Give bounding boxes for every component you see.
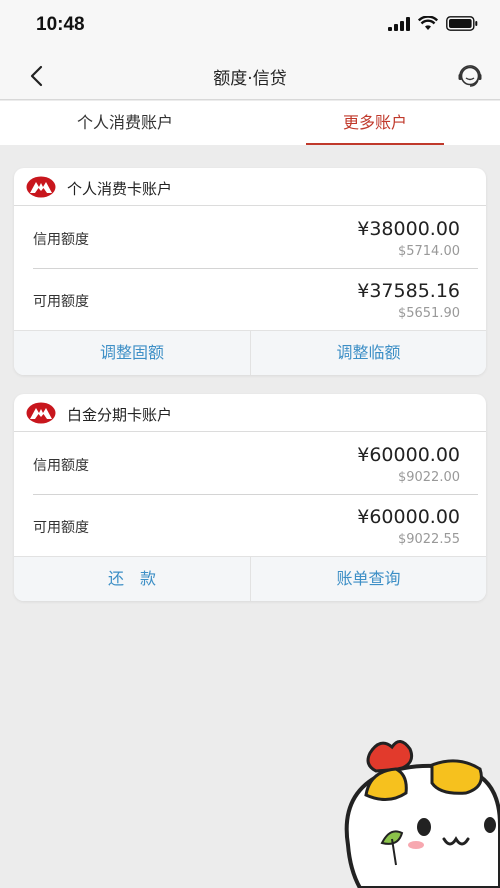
usd-amount: $5714.00 bbox=[397, 244, 460, 259]
tab-personal-consumer[interactable]: 个人消费账户 bbox=[0, 101, 250, 145]
status-icons bbox=[388, 16, 478, 31]
card-actions: 还 款 账单查询 bbox=[14, 556, 486, 601]
bank-logo-icon bbox=[26, 176, 56, 198]
mascot-sticker[interactable] bbox=[340, 735, 500, 888]
tab-more-accounts[interactable]: 更多账户 bbox=[306, 101, 444, 145]
bank-logo-icon bbox=[26, 402, 56, 424]
account-tabs: 个人消费账户 更多账户 bbox=[0, 101, 500, 145]
cny-amount: ¥38000.00 bbox=[357, 218, 460, 240]
row-label: 可用额度 bbox=[33, 520, 89, 536]
page-title: 额度·信贷 bbox=[213, 69, 287, 89]
account-name: 白金分期卡账户 bbox=[67, 406, 173, 424]
cny-amount: ¥60000.00 bbox=[357, 444, 460, 466]
credit-limit-row: 信用额度 ¥60000.00 $9022.00 bbox=[14, 433, 486, 494]
repay-button[interactable]: 还 款 bbox=[14, 557, 250, 601]
usd-amount: $9022.55 bbox=[397, 532, 460, 547]
card-actions: 调整固额 调整临额 bbox=[14, 330, 486, 375]
account-name: 个人消费卡账户 bbox=[67, 180, 173, 198]
nav-bar: 额度·信贷 bbox=[0, 50, 500, 100]
card-header: 白金分期卡账户 bbox=[14, 394, 486, 432]
cny-amount: ¥60000.00 bbox=[357, 506, 460, 528]
account-card-platinum: 白金分期卡账户 信用额度 ¥60000.00 $9022.00 可用额度 ¥60… bbox=[14, 394, 486, 601]
available-limit-row: 可用额度 ¥60000.00 $9022.55 bbox=[14, 495, 486, 556]
usd-amount: $9022.00 bbox=[397, 470, 460, 485]
cny-amount: ¥37585.16 bbox=[357, 280, 460, 302]
status-time: 10:48 bbox=[36, 14, 85, 35]
bill-query-button[interactable]: 账单查询 bbox=[250, 557, 486, 601]
battery-icon bbox=[446, 16, 478, 31]
credit-limit-row: 信用额度 ¥38000.00 $5714.00 bbox=[14, 207, 486, 268]
account-card-personal: 个人消费卡账户 信用额度 ¥38000.00 $5714.00 可用额度 ¥37… bbox=[14, 168, 486, 375]
signal-icon bbox=[388, 16, 410, 31]
adjust-fixed-limit-button[interactable]: 调整固额 bbox=[14, 331, 250, 375]
adjust-temp-limit-button[interactable]: 调整临额 bbox=[250, 331, 486, 375]
status-bar: 10:48 bbox=[0, 0, 500, 50]
available-limit-row: 可用额度 ¥37585.16 $5651.90 bbox=[14, 269, 486, 330]
row-label: 信用额度 bbox=[33, 232, 89, 248]
customer-service-icon[interactable] bbox=[456, 62, 484, 90]
wifi-icon bbox=[418, 16, 438, 30]
row-label: 可用额度 bbox=[33, 294, 89, 310]
row-label: 信用额度 bbox=[33, 458, 89, 474]
card-header: 个人消费卡账户 bbox=[14, 168, 486, 206]
usd-amount: $5651.90 bbox=[397, 306, 460, 321]
